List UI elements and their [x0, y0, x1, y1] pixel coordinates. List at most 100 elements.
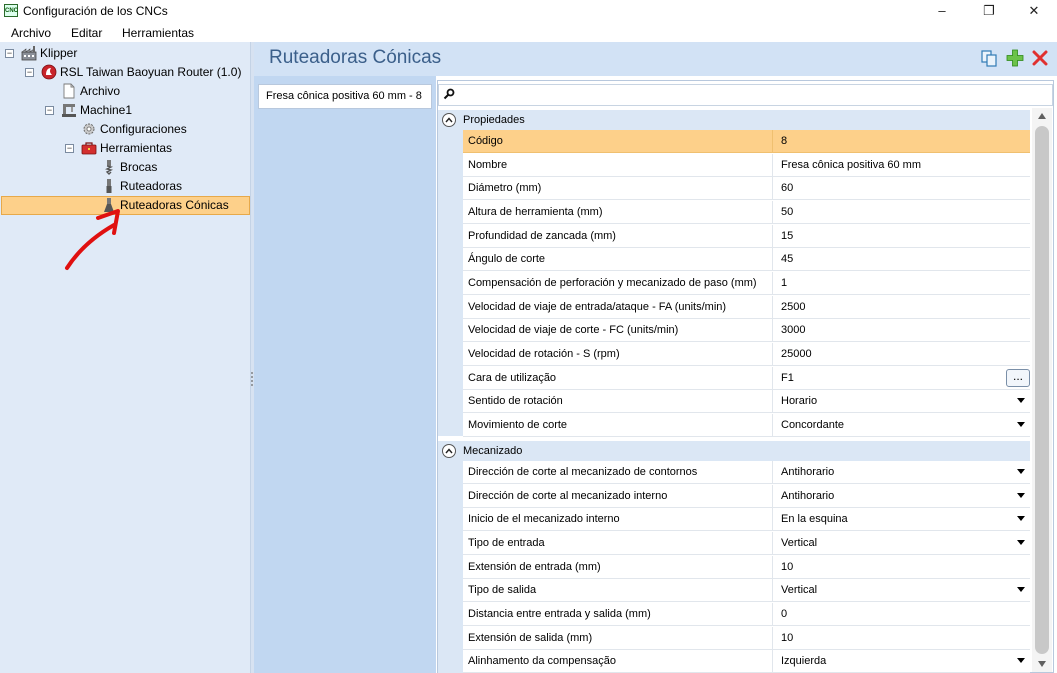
property-row[interactable]: Tipo de salida Vertical — [463, 579, 1030, 602]
property-value[interactable]: 3000 — [781, 319, 1011, 341]
tree-item-machine[interactable]: Machine1 — [80, 101, 132, 119]
ellipsis-button[interactable]: ... — [1006, 369, 1030, 387]
scrollbar-thumb[interactable] — [1035, 126, 1049, 654]
dropdown-arrow-icon[interactable] — [1017, 658, 1025, 663]
collapse-category-button[interactable] — [442, 444, 456, 458]
property-row[interactable]: Inicio de el mecanizado interno En la esq… — [463, 508, 1030, 531]
property-value[interactable]: 10 — [781, 627, 1011, 649]
dropdown-arrow-icon[interactable] — [1017, 516, 1025, 521]
property-row[interactable]: Tipo de entrada Vertical — [463, 532, 1030, 555]
property-value[interactable]: 45 — [781, 248, 1011, 270]
tree-item-archivo[interactable]: Archivo — [80, 82, 120, 100]
property-name: Ángulo de corte — [468, 248, 773, 270]
property-row[interactable]: Velocidad de viaje de corte - FC (units/… — [463, 319, 1030, 342]
dropdown-arrow-icon[interactable] — [1017, 398, 1025, 403]
dropdown-arrow-icon[interactable] — [1017, 469, 1025, 474]
collapse-toggle[interactable]: − — [45, 106, 54, 115]
property-row[interactable]: Diámetro (mm) 60 — [463, 177, 1030, 200]
collapse-toggle[interactable]: − — [25, 68, 34, 77]
tree-item-configuraciones[interactable]: Configuraciones — [100, 120, 187, 138]
property-value[interactable]: 2500 — [781, 296, 1011, 318]
maximize-button[interactable]: ❐ — [966, 0, 1012, 22]
dropdown-arrow-icon[interactable] — [1017, 493, 1025, 498]
tree-item-ruteadoras-conicas[interactable]: Ruteadoras Cónicas — [120, 196, 229, 214]
tree-item-brocas[interactable]: Brocas — [120, 158, 157, 176]
property-row[interactable]: Ángulo de corte 45 — [463, 248, 1030, 271]
property-value[interactable]: Concordante — [781, 414, 1011, 436]
category-gutter — [438, 130, 463, 436]
property-name: Movimiento de corte — [468, 414, 773, 436]
property-value[interactable]: Fresa cônica positiva 60 mm — [781, 154, 1011, 176]
property-row[interactable]: Cara de utilização F1... — [463, 367, 1030, 390]
close-window-button[interactable]: ✕ — [1011, 0, 1057, 22]
property-row[interactable]: Velocidad de rotación - S (rpm) 25000 — [463, 343, 1030, 366]
list-item[interactable]: Fresa cônica positiva 60 mm - 8 — [258, 84, 432, 109]
copy-icon[interactable] — [980, 49, 998, 67]
property-row[interactable]: Alinhamento da compensação Izquierda — [463, 650, 1030, 673]
property-name: Profundidad de zancada (mm) — [468, 225, 773, 247]
router-brand-icon — [41, 64, 57, 80]
property-value[interactable]: Vertical — [781, 579, 1011, 601]
property-value[interactable]: Vertical — [781, 532, 1011, 554]
toolbox-icon — [81, 142, 97, 155]
property-row[interactable]: Nombre Fresa cônica positiva 60 mm — [463, 154, 1030, 177]
collapse-category-button[interactable] — [442, 113, 456, 127]
property-value[interactable]: 8 — [781, 130, 1011, 152]
property-value[interactable]: 1 — [781, 272, 1011, 294]
property-row[interactable]: Extensión de entrada (mm) 10 — [463, 556, 1030, 579]
property-value[interactable]: Horario — [781, 390, 1011, 412]
tree-item-herramientas[interactable]: Herramientas — [100, 139, 172, 157]
dropdown-arrow-icon[interactable] — [1017, 422, 1025, 427]
property-name: Compensación de perforación y mecanizado… — [468, 272, 773, 294]
property-value[interactable]: Izquierda — [781, 650, 1011, 672]
tree-item-klipper[interactable]: Klipper — [40, 44, 77, 62]
property-value[interactable]: En la esquina — [781, 508, 1011, 530]
app-icon: CNC — [4, 4, 18, 17]
menu-editar[interactable]: Editar — [71, 26, 102, 40]
property-row[interactable]: Sentido de rotación Horario — [463, 390, 1030, 413]
property-value[interactable]: 60 — [781, 177, 1011, 199]
drill-bit-icon — [104, 160, 114, 175]
property-name: Nombre — [468, 154, 773, 176]
property-name: Dirección de corte al mecanizado de cont… — [468, 461, 773, 483]
property-row[interactable]: Velocidad de viaje de entrada/ataque - F… — [463, 296, 1030, 319]
property-value[interactable]: 0 — [781, 603, 1011, 625]
scroll-down-icon[interactable] — [1037, 660, 1047, 668]
scroll-up-icon[interactable] — [1037, 112, 1047, 120]
search-input[interactable] — [438, 84, 1053, 106]
property-value[interactable]: Antihorario — [781, 485, 1011, 507]
property-value[interactable]: 50 — [781, 201, 1011, 223]
category-label: Mecanizado — [463, 445, 523, 457]
property-value[interactable]: 25000 — [781, 343, 1011, 365]
collapse-toggle[interactable]: − — [65, 144, 74, 153]
property-row[interactable]: Altura de herramienta (mm) 50 — [463, 201, 1030, 224]
property-name: Alinhamento da compensação — [468, 650, 773, 672]
minimize-button[interactable]: – — [919, 0, 965, 22]
dropdown-arrow-icon[interactable] — [1017, 587, 1025, 592]
collapse-toggle[interactable]: − — [5, 49, 14, 58]
property-row[interactable]: Distancia entre entrada y salida (mm) 0 — [463, 603, 1030, 626]
property-name: Velocidad de viaje de entrada/ataque - F… — [468, 296, 773, 318]
dropdown-arrow-icon[interactable] — [1017, 540, 1025, 545]
property-row[interactable]: Código 8 — [463, 130, 1030, 153]
property-value[interactable]: 10 — [781, 556, 1011, 578]
property-value[interactable]: Antihorario — [781, 461, 1011, 483]
property-row[interactable]: Dirección de corte al mecanizado interno… — [463, 485, 1030, 508]
property-value[interactable]: F1 — [781, 367, 1011, 389]
menu-archivo[interactable]: Archivo — [11, 26, 51, 40]
property-row[interactable]: Movimiento de corte Concordante — [463, 414, 1030, 437]
property-value[interactable]: 15 — [781, 225, 1011, 247]
property-row[interactable]: Dirección de corte al mecanizado de cont… — [463, 461, 1030, 484]
property-name: Velocidad de viaje de corte - FC (units/… — [468, 319, 773, 341]
property-row[interactable]: Extensión de salida (mm) 10 — [463, 627, 1030, 650]
tree-item-router[interactable]: RSL Taiwan Baoyuan Router (1.0) — [60, 63, 241, 81]
property-row[interactable]: Compensación de perforación y mecanizado… — [463, 272, 1030, 295]
menu-herramientas[interactable]: Herramientas — [122, 26, 194, 40]
tree-item-ruteadoras[interactable]: Ruteadoras — [120, 177, 182, 195]
window-title: Configuración de los CNCs — [23, 4, 168, 18]
add-icon[interactable] — [1006, 49, 1024, 67]
property-row[interactable]: Profundidad de zancada (mm) 15 — [463, 225, 1030, 248]
chevron-up-icon — [445, 117, 453, 123]
property-name: Extensión de salida (mm) — [468, 627, 773, 649]
delete-icon[interactable] — [1032, 50, 1048, 66]
